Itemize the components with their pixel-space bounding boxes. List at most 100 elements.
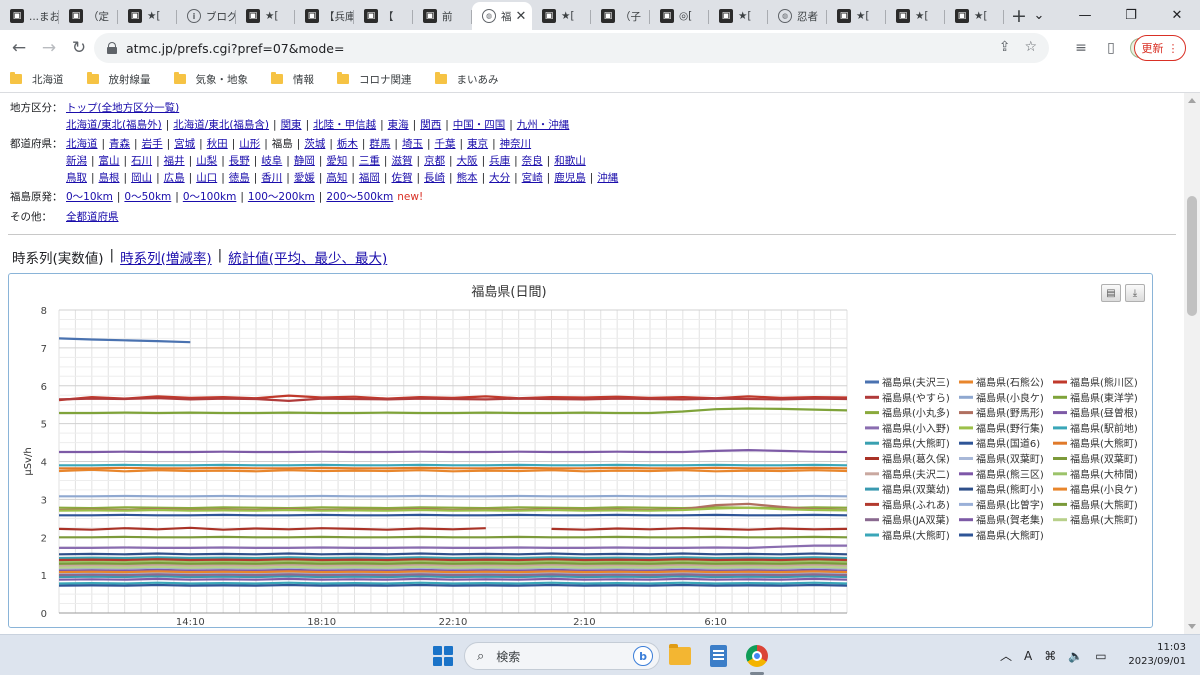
chevron-up-icon[interactable]: ︿ [1000, 647, 1012, 664]
maximize-button[interactable]: ❐ [1108, 0, 1154, 30]
nav-link[interactable]: 中国・四国 [453, 118, 506, 132]
tab[interactable]: ▣ 【 [354, 2, 413, 30]
nav-link[interactable]: 埼玉 [402, 137, 423, 151]
nav-link[interactable]: 千葉 [435, 137, 456, 151]
chrome-icon[interactable] [744, 643, 770, 669]
close-tab-icon[interactable]: ✕ [516, 9, 527, 24]
nav-link[interactable]: 富山 [99, 154, 120, 168]
file-explorer-icon[interactable] [667, 643, 693, 669]
side-panel-icon[interactable]: ▯ [1100, 33, 1122, 63]
nav-link[interactable]: 山口 [196, 171, 217, 185]
nav-link[interactable]: 福岡 [359, 171, 380, 185]
tab[interactable]: ▣ （子 [591, 2, 650, 30]
nav-link[interactable]: 兵庫 [489, 154, 510, 168]
share-icon[interactable]: ⇪ [999, 39, 1011, 55]
bookmark-folder[interactable]: コロナ関連 [337, 72, 412, 87]
tab[interactable]: ▣ ★[ [236, 2, 295, 30]
page-scrollbar[interactable] [1184, 93, 1200, 634]
nav-link[interactable]: 大分 [489, 171, 510, 185]
volume-icon[interactable]: 🔈 [1068, 649, 1083, 663]
tab[interactable]: i ブログ [177, 2, 236, 30]
nav-link[interactable]: 栃木 [337, 137, 358, 151]
nav-link[interactable]: 全都道府県 [66, 210, 119, 224]
bookmark-folder[interactable]: 放射線量 [86, 72, 151, 87]
nav-link[interactable]: 九州・沖縄 [517, 118, 570, 132]
nav-link[interactable]: 北海道 [66, 137, 98, 151]
bookmark-folder[interactable]: 情報 [271, 72, 314, 87]
nav-link[interactable]: 0〜100km [183, 190, 237, 204]
nav-link[interactable]: 岩手 [142, 137, 163, 151]
nav-link[interactable]: 石川 [131, 154, 152, 168]
nav-link[interactable]: 北海道/東北(福島含) [173, 118, 269, 132]
ime-indicator[interactable]: A [1024, 649, 1032, 663]
tab-active[interactable]: ◍ 福 ✕ [472, 2, 532, 30]
nav-link[interactable]: 関西 [420, 118, 441, 132]
nav-link[interactable]: 広島 [164, 171, 185, 185]
nav-link[interactable]: 北海道/東北(福島外) [66, 118, 162, 132]
nav-link[interactable]: 岡山 [131, 171, 152, 185]
tab[interactable]: ▣ 【兵庫 [295, 2, 354, 30]
nav-link[interactable]: 島根 [99, 171, 120, 185]
bookmark-star-icon[interactable]: ☆ [1024, 39, 1037, 55]
reading-list-icon[interactable]: ≡ [1070, 33, 1092, 63]
nav-link[interactable]: 徳島 [229, 171, 250, 185]
forward-icon[interactable]: → [34, 33, 64, 63]
network-icon[interactable]: ⌘ [1044, 649, 1056, 663]
nav-link[interactable]: 滋賀 [391, 154, 412, 168]
tab[interactable]: ▣ ★[ [532, 2, 591, 30]
nav-link[interactable]: 鳥取 [66, 171, 87, 185]
nav-link[interactable]: 三重 [359, 154, 380, 168]
nav-link[interactable]: 大阪 [457, 154, 478, 168]
scroll-down-icon[interactable] [1188, 624, 1196, 629]
taskbar-clock[interactable]: 11:03 2023/09/01 [1126, 641, 1186, 669]
nav-link[interactable]: 秋田 [207, 137, 228, 151]
tab[interactable]: ◍ 忍者 [768, 2, 827, 30]
nav-link[interactable]: 群馬 [369, 137, 390, 151]
nav-link[interactable]: 100〜200km [248, 190, 315, 204]
view-tab-change-rate[interactable]: 時系列(増減率) [120, 247, 212, 267]
bing-icon[interactable]: b [633, 646, 653, 666]
nav-link[interactable]: 0〜50km [124, 190, 171, 204]
minimize-button[interactable]: — [1062, 0, 1108, 30]
nav-link[interactable]: 愛知 [326, 154, 347, 168]
nav-link[interactable]: 北陸・甲信越 [313, 118, 376, 132]
nav-link[interactable]: 山梨 [196, 154, 217, 168]
taskbar-search[interactable]: ⌕ 検索 b [464, 642, 660, 670]
nav-link[interactable]: 京都 [424, 154, 445, 168]
nav-link[interactable]: 鹿児島 [554, 171, 586, 185]
nav-link[interactable]: 奈良 [522, 154, 543, 168]
nav-link[interactable]: 沖縄 [597, 171, 618, 185]
tab[interactable]: ▣ ★[ [945, 2, 1004, 30]
nav-link[interactable]: 0〜10km [66, 190, 113, 204]
tab[interactable]: ▣ ★[ [827, 2, 886, 30]
nav-link[interactable]: 福井 [164, 154, 185, 168]
update-button[interactable]: 更新 ⋮ [1134, 35, 1186, 61]
tab[interactable]: ▣ ★[ [886, 2, 945, 30]
reload-icon[interactable]: ↻ [64, 33, 94, 63]
nav-link[interactable]: 静岡 [294, 154, 315, 168]
nav-link[interactable]: 香川 [261, 171, 282, 185]
nav-link[interactable]: 長野 [229, 154, 250, 168]
notepad-icon[interactable] [705, 643, 731, 669]
nav-link[interactable]: 関東 [281, 118, 302, 132]
nav-link[interactable]: 宮崎 [522, 171, 543, 185]
address-bar[interactable]: atmc.jp/prefs.cgi?pref=07&mode= ⇪ ☆ [94, 33, 1049, 63]
tab[interactable]: ▣ （定 [59, 2, 118, 30]
nav-link[interactable]: 宮城 [174, 137, 195, 151]
nav-link[interactable]: 東京 [467, 137, 488, 151]
scroll-thumb[interactable] [1187, 196, 1197, 316]
tab[interactable]: ▣ ...まお [0, 2, 59, 30]
nav-link[interactable]: 神奈川 [500, 137, 532, 151]
nav-link[interactable]: 東海 [388, 118, 409, 132]
nav-link[interactable]: 愛媛 [294, 171, 315, 185]
nav-link[interactable]: 和歌山 [554, 154, 586, 168]
back-icon[interactable]: ← [4, 33, 34, 63]
nav-link[interactable]: 新潟 [66, 154, 87, 168]
battery-icon[interactable]: ▭ [1095, 649, 1106, 663]
tab-search-icon[interactable]: ⌄ [1016, 0, 1062, 30]
nav-link[interactable]: 長崎 [424, 171, 445, 185]
nav-link[interactable]: 高知 [326, 171, 347, 185]
close-window-button[interactable]: ✕ [1154, 0, 1200, 30]
tab[interactable]: ▣ ★[ [709, 2, 768, 30]
nav-link[interactable]: 200〜500km [326, 190, 393, 204]
